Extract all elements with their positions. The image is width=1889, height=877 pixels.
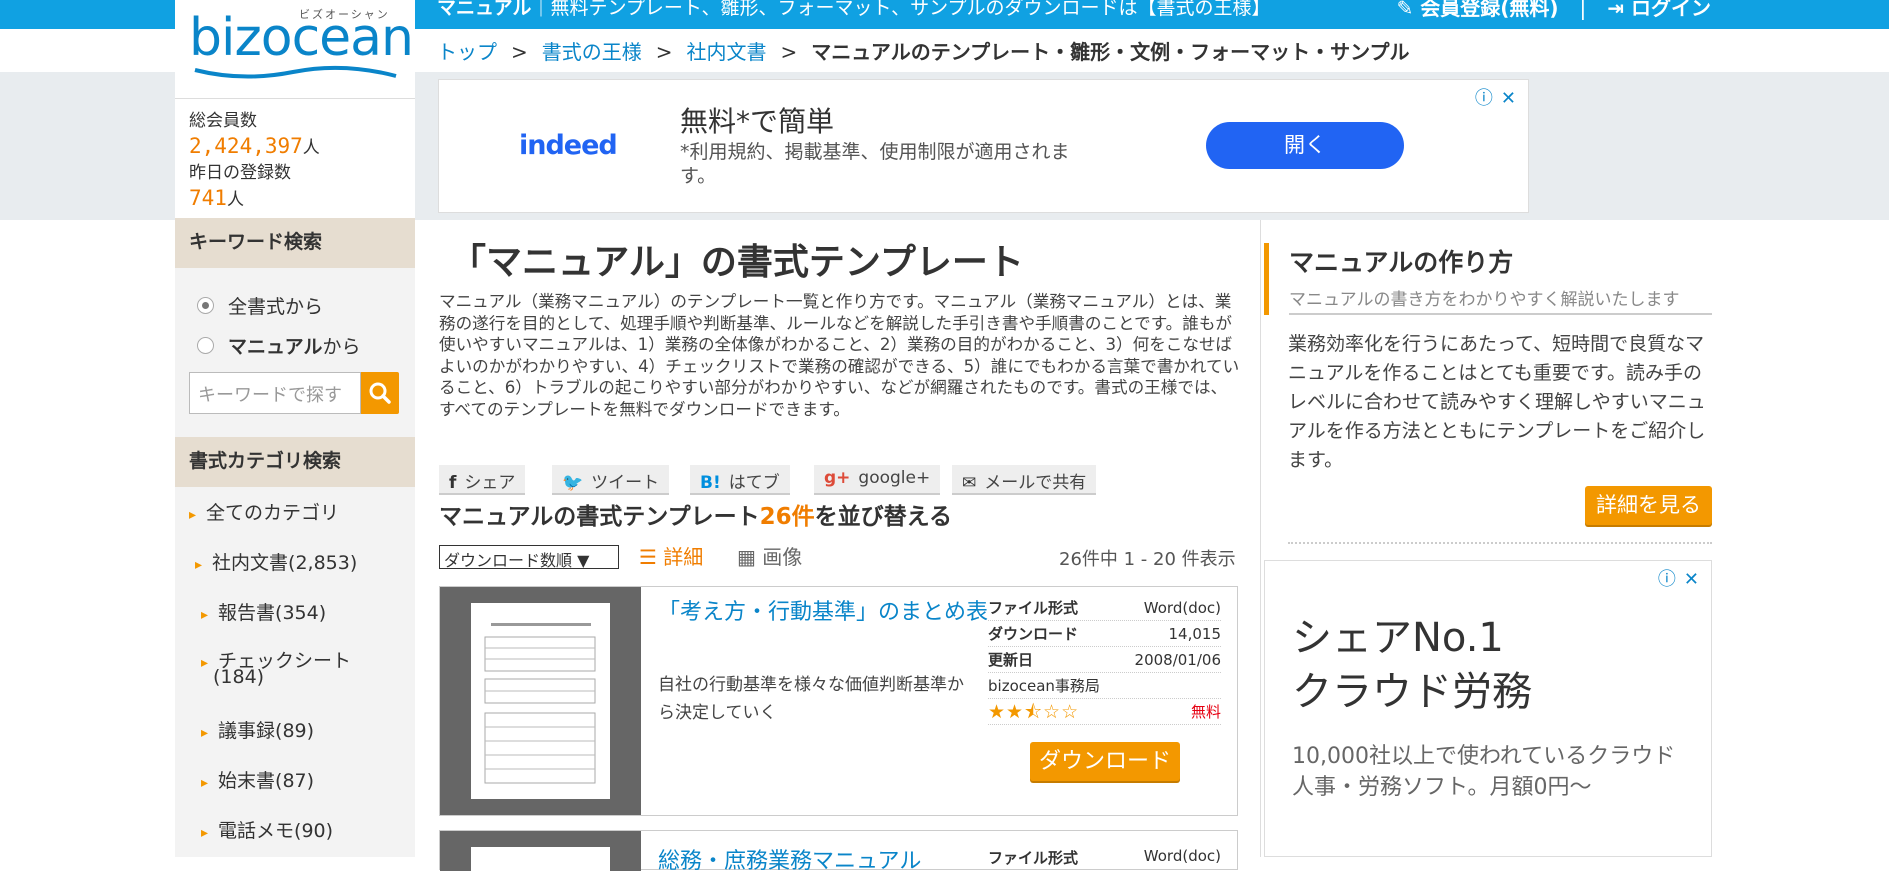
hatena-icon: B!: [700, 473, 721, 493]
view-image-toggle[interactable]: ▦ 画像: [737, 541, 802, 570]
logo-wave-icon: [194, 65, 397, 79]
search-icon: [369, 382, 391, 404]
ad-open-button[interactable]: 開く: [1206, 122, 1404, 169]
mail-icon: ✉: [962, 473, 977, 493]
page-description: マニュアル（業務マニュアル）のテンプレート一覧と作り方です。マニュアル（業務マニ…: [439, 292, 1240, 419]
close-icon[interactable]: ✕: [1501, 88, 1516, 109]
auth-links: ✎ 会員登録(無料) | ⇥ ログイン: [1397, 0, 1711, 20]
info-icon[interactable]: ⓘ: [1475, 88, 1493, 109]
detail-button[interactable]: 詳細を見る: [1585, 486, 1712, 525]
list-icon: ☰: [639, 545, 657, 569]
login-link[interactable]: ⇥ ログイン: [1607, 0, 1711, 20]
facebook-icon: f: [449, 473, 457, 493]
breadcrumb-top[interactable]: トップ: [437, 40, 497, 64]
breadcrumb-current: マニュアルのテンプレート・雛形・文例・フォーマット・サンプル: [811, 40, 1410, 64]
category-item[interactable]: ▸ 電話メモ(90): [201, 816, 333, 843]
ad-banner-top[interactable]: indeed 無料*で簡単 *利用規約、掲載基準、使用制限が適用されます。 開く…: [438, 79, 1529, 213]
caret-right-icon: ▸: [195, 557, 203, 573]
caret-right-icon: ▸: [189, 507, 197, 523]
twitter-icon: 🐦: [562, 473, 584, 493]
register-link[interactable]: ✎ 会員登録(無料): [1397, 0, 1559, 20]
ad-subtext: *利用規約、掲載基準、使用制限が適用されます。: [680, 141, 1070, 187]
page-title: 「マニュアル」の書式テンプレート: [450, 242, 1024, 283]
ad-brand-logo: indeed: [519, 130, 618, 161]
category-item[interactable]: ▸ 議事録(89): [201, 716, 314, 743]
share-mail-button[interactable]: ✉ メールで共有: [952, 465, 1097, 495]
close-icon[interactable]: ✕: [1684, 569, 1699, 590]
dropdown-arrow-icon: ▼: [577, 551, 590, 570]
category-search-heading: 書式カテゴリ検索: [175, 437, 415, 487]
template-thumbnail[interactable]: [440, 831, 641, 877]
document-preview: [471, 603, 610, 799]
ad-headline: シェアNo.1 クラウド労務: [1292, 615, 1532, 715]
category-item[interactable]: ▸ 社内文書(2,853): [195, 548, 357, 575]
template-meta: ファイル形式 Word(doc) ダウンロード 14,015 更新日 2008/01/…: [988, 595, 1221, 725]
template-card: 「考え方・行動基準」のまとめ表 自社の行動基準を様々な価値判断基準から決定してい…: [439, 586, 1238, 816]
view-detail-toggle[interactable]: ☰ 詳細: [639, 541, 703, 570]
site-tagline: マニュアル｜無料テンプレート、雛形、フォーマット、サンプルのダウンロードは【書式…: [437, 0, 1271, 19]
radio-manual-only[interactable]: マニュアル から: [197, 332, 360, 359]
keyword-search-heading: キーワード検索: [175, 218, 415, 268]
column-divider: [1260, 220, 1261, 857]
breadcrumb-king[interactable]: 書式の王様: [542, 40, 642, 64]
caret-right-icon: ▸: [201, 607, 209, 623]
template-card: 総務・庶務業務マニュアル ファイル形式 Word(doc): [439, 830, 1238, 877]
howto-title: マニュアルの作り方: [1289, 248, 1514, 277]
caret-right-icon: ▸: [201, 825, 209, 841]
radio-all-formats[interactable]: 全書式から: [197, 292, 323, 319]
download-button[interactable]: ダウンロード: [1030, 742, 1180, 781]
category-item[interactable]: ▸ 報告書(354): [201, 598, 326, 625]
search-button[interactable]: [361, 372, 399, 414]
grid-icon: ▦: [737, 545, 756, 569]
info-icon[interactable]: ⓘ: [1658, 569, 1676, 590]
rating-stars: ★★⯪☆☆: [988, 701, 1080, 723]
caret-right-icon: ▸: [201, 655, 209, 671]
result-range: 26件中 1 - 20 件表示: [1059, 549, 1236, 570]
caret-right-icon: ▸: [201, 725, 209, 741]
breadcrumb-internal[interactable]: 社内文書: [687, 40, 767, 64]
member-stats: 総会員数 2,424,397人 昨日の登録数 741人: [175, 99, 415, 219]
radio-checked-icon: [197, 297, 214, 314]
ad-banner-right[interactable]: ⓘ ✕ シェアNo.1 クラウド労務 10,000社以上で使われているクラウド人事・…: [1264, 560, 1712, 857]
howto-body: 業務効率化を行うにあたって、短時間で良質なマニュアルを作ることはとても重要です。…: [1288, 333, 1706, 471]
author-name: bizocean事務局: [988, 677, 1100, 695]
dotted-divider: [1288, 542, 1712, 544]
radio-unchecked-icon: [197, 337, 214, 354]
ad-headline: 無料*で簡単: [680, 105, 835, 138]
category-item-count[interactable]: (184): [213, 666, 264, 688]
template-summary: 自社の行動基準を様々な価値判断基準から決定していく: [658, 675, 964, 723]
template-thumbnail[interactable]: [440, 587, 641, 815]
template-title-link[interactable]: 総務・庶務業務マニュアル: [658, 843, 921, 875]
template-title-link[interactable]: 「考え方・行動基準」のまとめ表: [658, 599, 993, 626]
howto-subtitle: マニュアルの書き方をわかりやすく解説いたします: [1289, 285, 1712, 315]
share-hatena-button[interactable]: B! はてブ: [690, 465, 790, 495]
price-badge: 無料: [1190, 703, 1221, 721]
ad-subtext: 10,000社以上で使われているクラウド人事・労務ソフト。月額0円〜: [1292, 744, 1676, 800]
site-logo[interactable]: ビズオーシャン bizocean: [175, 0, 415, 99]
sort-select[interactable]: ダウンロード数順 ▼: [439, 545, 619, 570]
category-item[interactable]: ▸ 全てのカテゴリ: [189, 498, 339, 525]
share-facebook-button[interactable]: f シェア: [439, 465, 526, 495]
howto-header: マニュアルの作り方 マニュアルの書き方をわかりやすく解説いたします: [1264, 243, 1712, 315]
category-list: ▸ 全てのカテゴリ ▸ 社内文書(2,853) ▸ 報告書(354) ▸ チェックシート…: [175, 490, 415, 857]
share-google-button[interactable]: g+ google+: [814, 465, 941, 495]
sort-heading: マニュアルの書式テンプレート26件を並び替える: [439, 504, 952, 530]
share-twitter-button[interactable]: 🐦 ツイート: [552, 465, 670, 495]
keyword-search-input[interactable]: キーワードで探す: [189, 372, 361, 414]
caret-right-icon: ▸: [201, 775, 209, 791]
breadcrumb: トップ > 書式の王様 > 社内文書 > マニュアルのテンプレート・雛形・文例・フォーマット…: [437, 40, 1410, 64]
google-plus-icon: g+: [824, 468, 851, 488]
category-item[interactable]: ▸ 始末書(87): [201, 766, 314, 793]
